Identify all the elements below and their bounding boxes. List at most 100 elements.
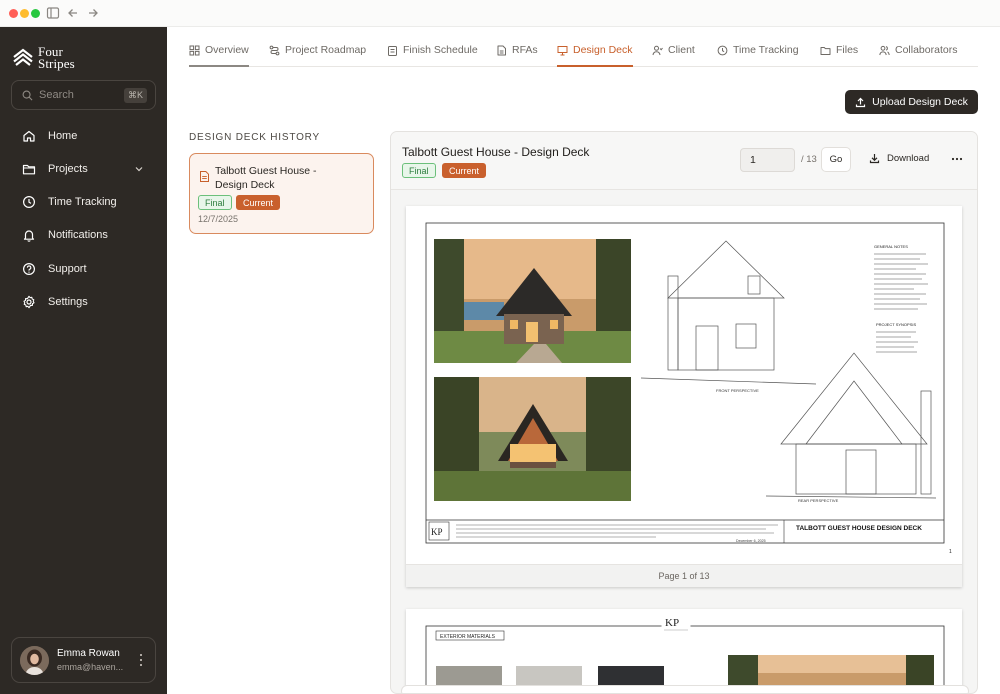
- page-label-bar: Page 1 of 13: [406, 564, 962, 587]
- tab-rfas[interactable]: RFAs: [496, 44, 538, 67]
- render-front-image: [434, 239, 631, 363]
- folder-icon: [22, 164, 36, 175]
- deck-page-2[interactable]: KP EXTERIOR MATERIALS: [406, 609, 962, 693]
- window-minimize-button[interactable]: [20, 9, 29, 18]
- brand-name-line2: Stripes: [38, 56, 75, 71]
- general-notes-block: GENERAL NOTES PROJECT SYNOPSIS: [874, 244, 928, 353]
- clock-icon: [717, 45, 728, 56]
- more-horizontal-icon[interactable]: [950, 153, 964, 165]
- help-icon: [22, 262, 36, 276]
- go-button[interactable]: Go: [821, 147, 851, 172]
- clock-icon: [22, 195, 36, 209]
- page-label: Page 1 of 13: [658, 571, 710, 581]
- tab-label: Project Roadmap: [285, 44, 367, 56]
- nav-item-projects[interactable]: Projects: [11, 155, 156, 183]
- nav-item-time-tracking[interactable]: Time Tracking: [11, 188, 156, 216]
- deck-page-2-sheet: KP EXTERIOR MATERIALS: [425, 612, 945, 693]
- more-vertical-icon[interactable]: [139, 652, 143, 668]
- nav-item-label: Settings: [48, 296, 88, 308]
- deck-title: Talbott Guest House - Design Deck: [402, 145, 590, 159]
- clipboard-icon: [388, 46, 397, 56]
- rear-caption: REAR PERSPECTIVE: [798, 498, 839, 503]
- final-badge: Final: [198, 195, 232, 210]
- tab-label: Collaborators: [895, 44, 958, 56]
- tab-project-roadmap[interactable]: Project Roadmap: [269, 44, 366, 67]
- document-icon: [497, 45, 506, 56]
- rear-perspective-sketch: [765, 352, 937, 499]
- sheet-logo: KP: [431, 527, 443, 537]
- folder-icon: [820, 47, 831, 55]
- users-icon: [879, 45, 890, 56]
- nav-item-home[interactable]: Home: [11, 122, 156, 150]
- upload-button-label: Upload Design Deck: [872, 96, 968, 108]
- front-caption: FRONT PERSPECTIVE: [716, 388, 759, 393]
- history-item-title: Talbott Guest House - Design Deck: [215, 165, 317, 191]
- nav-item-label: Support: [48, 263, 87, 275]
- nav-item-label: Home: [48, 130, 78, 142]
- back-arrow-icon[interactable]: [66, 6, 80, 20]
- tab-client[interactable]: Client: [652, 44, 695, 67]
- deck-viewer: Talbott Guest House - Design Deck Final …: [390, 131, 978, 694]
- search-placeholder: Search: [39, 89, 74, 101]
- download-label: Download: [887, 153, 930, 164]
- history-item[interactable]: Talbott Guest House - Design Deck Final …: [189, 153, 374, 234]
- nav-item-support[interactable]: Support: [11, 255, 156, 283]
- window-zoom-button[interactable]: [31, 9, 40, 18]
- front-perspective-sketch: [640, 240, 817, 385]
- page-number-input[interactable]: 1: [740, 148, 795, 172]
- nav-item-label: Time Tracking: [48, 196, 117, 208]
- chevron-down-icon[interactable]: [134, 164, 144, 174]
- forward-arrow-icon[interactable]: [86, 6, 100, 20]
- exterior-materials-heading: EXTERIOR MATERIALS: [440, 634, 496, 640]
- nav-item-settings[interactable]: Settings: [11, 288, 156, 316]
- tab-time-tracking[interactable]: Time Tracking: [717, 44, 799, 67]
- search-icon: [22, 90, 33, 101]
- synopsis-title: PROJECT SYNOPSIS: [876, 322, 916, 327]
- viewer-toolbar: Talbott Guest House - Design Deck Final …: [391, 132, 977, 190]
- history-item-date: 12/7/2025: [198, 214, 239, 224]
- user-profile-card[interactable]: Emma Rowan emma@haven...: [11, 637, 156, 683]
- tab-overview[interactable]: Overview: [189, 44, 249, 67]
- nav-item-label: Projects: [48, 163, 88, 175]
- tab-files[interactable]: Files: [820, 44, 858, 67]
- user-email: emma@haven...: [57, 662, 124, 672]
- sheet-logo-2: KP: [665, 617, 679, 629]
- page-total: / 13: [801, 154, 817, 165]
- grid-icon: [189, 45, 200, 56]
- nav-item-label: Notifications: [48, 229, 108, 241]
- history-heading: DESIGN DECK HISTORY: [189, 132, 320, 143]
- tab-label: Files: [836, 44, 859, 56]
- current-badge: Current: [442, 163, 487, 178]
- nav-item-notifications[interactable]: Notifications: [11, 221, 156, 249]
- brand-logo[interactable]: Four Stripes: [13, 45, 75, 71]
- tab-label: RFAs: [512, 44, 538, 56]
- window-titlebar: [0, 0, 1000, 27]
- sidebar: Four Stripes Search ⌘K Home Projects Tim…: [0, 27, 167, 694]
- gear-icon: [23, 295, 35, 309]
- user-icon: [652, 45, 663, 56]
- window-close-button[interactable]: [9, 9, 18, 18]
- deck-page-1[interactable]: FRONT PERSPECTIVE REAR PERSPECTIVE GENER…: [406, 206, 962, 587]
- stripes-logo-icon: [13, 48, 33, 66]
- upload-design-deck-button[interactable]: Upload Design Deck: [845, 90, 978, 114]
- route-icon: [269, 45, 280, 56]
- tab-collaborators[interactable]: Collaborators: [879, 44, 957, 67]
- tab-label: Finish Schedule: [403, 44, 478, 56]
- sheet-number: 1: [949, 549, 952, 555]
- download-button[interactable]: Download: [869, 153, 929, 164]
- bell-icon: [23, 230, 35, 242]
- render-rear-image: [434, 377, 631, 501]
- tab-design-deck[interactable]: Design Deck: [557, 44, 633, 67]
- search-input[interactable]: Search ⌘K: [11, 80, 156, 110]
- tab-finish-schedule[interactable]: Finish Schedule: [387, 44, 478, 67]
- presentation-icon: [557, 46, 568, 56]
- notes-title: GENERAL NOTES: [874, 244, 908, 249]
- project-tabs: Overview Project Roadmap Finish Schedule…: [189, 27, 978, 67]
- tab-label: Time Tracking: [733, 44, 799, 56]
- viewer-bottom-bar: [401, 685, 969, 693]
- tab-label: Client: [668, 44, 695, 56]
- tab-label: Design Deck: [573, 44, 633, 56]
- document-icon: [200, 171, 209, 182]
- upload-icon: [856, 97, 866, 107]
- sidebar-toggle-icon[interactable]: [46, 6, 60, 20]
